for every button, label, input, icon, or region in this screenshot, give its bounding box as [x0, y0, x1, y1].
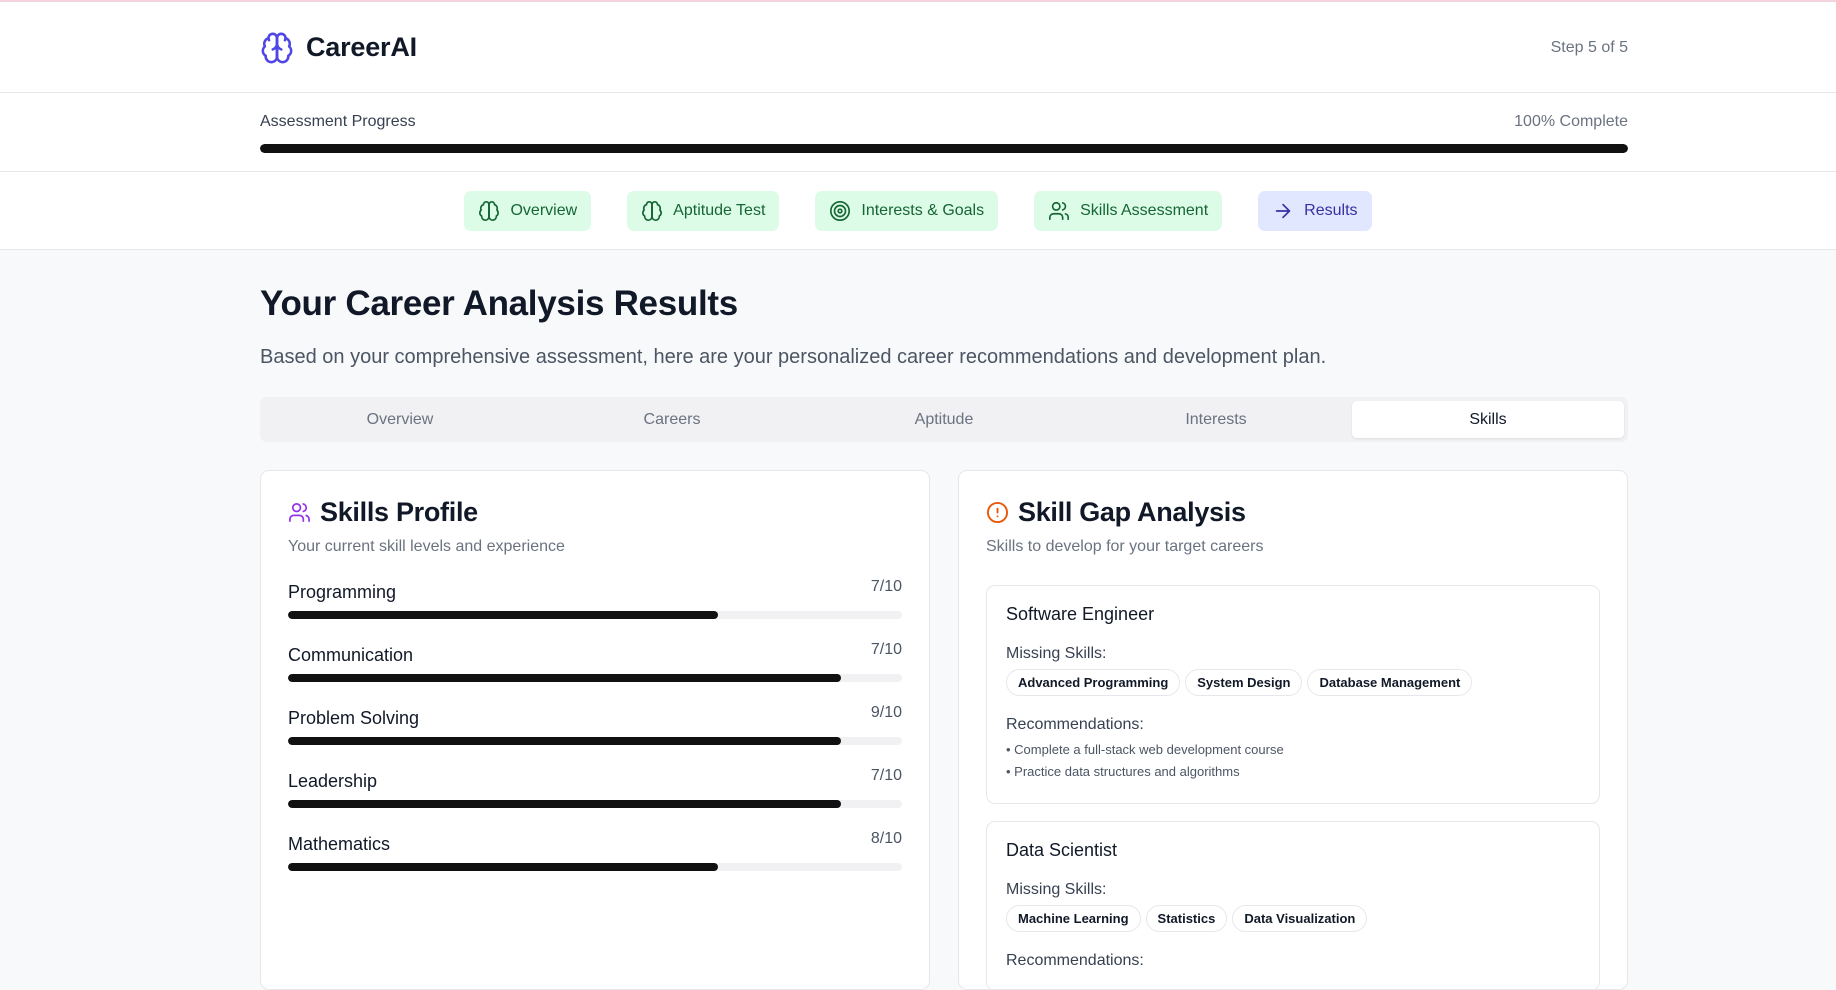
skill-bar-track [288, 800, 902, 808]
brand[interactable]: CareerAI [260, 31, 417, 65]
skill-row: Mathematics 8/10 [288, 830, 902, 893]
skill-bar-fill [288, 800, 841, 808]
step-label: Aptitude Test [673, 201, 766, 219]
app-header: CareerAI Step 5 of 5 [0, 2, 1836, 93]
career-title: Software Engineer [1006, 604, 1155, 624]
results-main: Your Career Analysis Results Based on yo… [260, 251, 1628, 990]
skill-gap-card: Skill Gap Analysis Skills to develop for… [958, 470, 1628, 990]
recommendation-item: • Practice data structures and algorithm… [1006, 764, 1240, 779]
missing-skills-label: Missing Skills: [1006, 645, 1107, 662]
card-title: Skill Gap Analysis [1018, 497, 1246, 527]
brand-name: CareerAI [306, 32, 417, 62]
card-title: Skills Profile [320, 497, 478, 527]
skill-bar-track [288, 863, 902, 871]
skill-name: Programming [288, 582, 397, 602]
assessment-progress: Assessment Progress 100% Complete [0, 93, 1836, 172]
skill-chip: Machine Learning [1006, 905, 1141, 932]
missing-skills-label: Missing Skills: [1006, 881, 1107, 898]
skill-row: Problem Solving 9/10 [288, 704, 902, 767]
skill-name: Leadership [288, 771, 378, 791]
step-aptitude-test[interactable]: Aptitude Test [627, 190, 780, 231]
arrow-right-icon [1275, 203, 1291, 218]
step-skills-assessment[interactable]: Skills Assessment [1034, 190, 1223, 231]
skills-profile-card: Skills Profile Your current skill levels… [260, 470, 930, 990]
card-subtitle: Skills to develop for your target career… [986, 538, 1264, 555]
step-label: Results [1304, 201, 1358, 219]
skill-chip: Statistics [1145, 905, 1228, 932]
step-label: Skills Assessment [1080, 201, 1209, 219]
skill-chip: System Design [1185, 669, 1303, 696]
step-indicator: Step 5 of 5 [1550, 38, 1628, 56]
brain-icon [642, 200, 663, 221]
tab-aptitude[interactable]: Aptitude [808, 401, 1080, 438]
skill-bar-track [288, 674, 902, 682]
skill-name: Problem Solving [288, 708, 420, 728]
progress-label: Assessment Progress [260, 113, 416, 130]
brain-icon [260, 31, 294, 65]
skill-bar-track [288, 737, 902, 745]
card-subtitle: Your current skill levels and experience [288, 538, 565, 555]
career-gap-item: Data Scientist Missing Skills: Machine L… [986, 821, 1600, 989]
progress-fill [260, 144, 1628, 153]
step-overview[interactable]: Overview [464, 190, 592, 231]
skill-row: Programming 7/10 [288, 578, 902, 641]
skill-score: 7/10 [870, 767, 902, 784]
skill-bar-fill [288, 611, 718, 619]
recommendations-label: Recommendations: [1006, 952, 1144, 969]
alert-circle-icon [986, 501, 1009, 524]
skill-chip: Advanced Programming [1006, 669, 1181, 696]
page-subtitle: Based on your comprehensive assessment, … [260, 346, 1327, 368]
skill-score: 9/10 [870, 704, 902, 721]
step-label: Overview [510, 201, 578, 219]
skill-row: Communication 7/10 [288, 641, 902, 704]
step-label: Interests & Goals [861, 201, 985, 219]
progress-track [260, 144, 1628, 153]
brain-icon [479, 200, 500, 221]
page-title: Your Career Analysis Results [260, 284, 738, 323]
recommendation-item: • Complete a full-stack web development … [1006, 742, 1284, 757]
tab-careers[interactable]: Careers [536, 401, 808, 438]
skill-row: Leadership 7/10 [288, 767, 902, 830]
skill-bar-fill [288, 737, 841, 745]
step-results[interactable]: Results [1258, 190, 1372, 231]
recommendations-label: Recommendations: [1006, 716, 1144, 733]
tab-skills[interactable]: Skills [1352, 401, 1624, 438]
users-icon [1049, 201, 1070, 220]
skill-name: Communication [288, 645, 414, 665]
skill-score: 8/10 [870, 830, 902, 847]
skill-chip: Data Visualization [1232, 905, 1368, 932]
steps-nav: Overview Aptitude Test Interests & Goals… [0, 172, 1836, 250]
skill-score: 7/10 [870, 641, 902, 658]
skill-bar-fill [288, 863, 718, 871]
results-tabs: Overview Careers Aptitude Interests Skil… [260, 397, 1628, 442]
target-icon [830, 200, 851, 221]
users-icon [289, 503, 310, 522]
skill-bar-fill [288, 674, 841, 682]
step-interests-goals[interactable]: Interests & Goals [815, 190, 999, 231]
progress-percent: 100% Complete [1514, 113, 1628, 130]
tab-overview[interactable]: Overview [264, 401, 536, 438]
skill-bar-track [288, 611, 902, 619]
skill-score: 7/10 [870, 578, 902, 595]
skill-name: Mathematics [288, 834, 391, 854]
tab-interests[interactable]: Interests [1080, 401, 1352, 438]
career-title: Data Scientist [1006, 840, 1118, 860]
skill-chip: Database Management [1307, 669, 1473, 696]
career-gap-item: Software Engineer Missing Skills: Advanc… [986, 585, 1600, 804]
